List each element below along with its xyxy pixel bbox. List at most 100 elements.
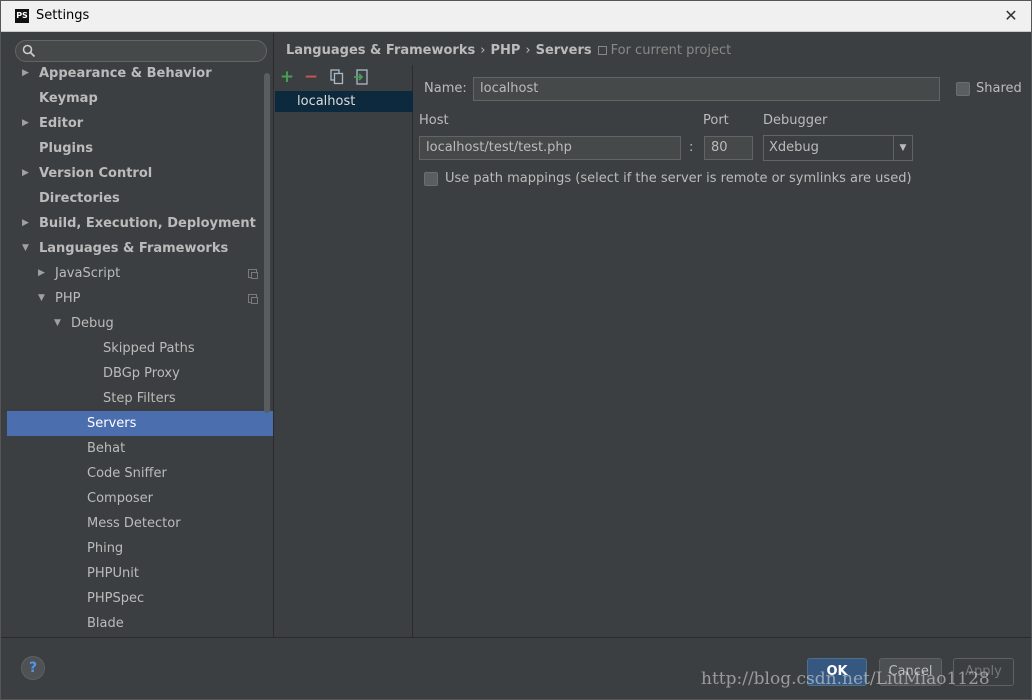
sidebar-item-label: Languages & Frameworks — [39, 241, 229, 256]
sidebar-item-label: Directories — [39, 191, 120, 206]
sidebar-item-version-control[interactable]: ▶ Version Control — [7, 161, 273, 186]
sidebar-item-label: PHP — [55, 291, 81, 306]
phpstorm-app-icon: PS — [15, 9, 29, 23]
expanded-arrow-icon[interactable]: ▼ — [54, 311, 64, 336]
server-list-panel: + − localhost — [275, 65, 413, 637]
sidebar-item-editor[interactable]: ▶ Editor — [7, 111, 273, 136]
sidebar-item-label: Mess Detector — [87, 516, 181, 531]
sidebar-item-label: Debug — [71, 316, 114, 331]
close-icon[interactable]: ✕ — [1001, 6, 1021, 26]
sidebar-item-label: Skipped Paths — [103, 341, 195, 356]
host-port-separator: : — [689, 140, 694, 155]
breadcrumb-item-php: PHP — [490, 43, 521, 58]
sidebar-item-directories[interactable]: Directories — [7, 186, 273, 211]
sidebar-item-blade[interactable]: Blade — [7, 611, 273, 636]
port-label: Port — [703, 113, 729, 128]
sidebar-item-debug[interactable]: ▼ Debug — [7, 311, 273, 336]
path-mappings-label: Use path mappings (select if the server … — [445, 171, 912, 186]
sidebar-item-label: Behat — [87, 441, 126, 456]
sidebar-item-step-filters[interactable]: Step Filters — [7, 386, 273, 411]
sidebar-item-label: Blade — [87, 616, 124, 631]
host-label: Host — [419, 113, 449, 128]
sidebar-item-label: Servers — [87, 416, 137, 431]
sidebar-item-label: Composer — [87, 491, 154, 506]
collapsed-arrow-icon[interactable]: ▶ — [38, 261, 48, 286]
port-field[interactable]: 80 — [704, 136, 753, 160]
sidebar-item-label: PHPSpec — [87, 591, 145, 606]
sidebar-item-javascript[interactable]: ▶ JavaScript — [7, 261, 273, 286]
server-list-toolbar: + − — [275, 65, 413, 91]
sidebar-item-label: JavaScript — [55, 266, 121, 281]
sidebar-item-plugins[interactable]: Plugins — [7, 136, 273, 161]
add-server-icon[interactable]: + — [277, 67, 297, 87]
nav-scrollbar[interactable] — [264, 73, 270, 413]
name-label: Name: — [424, 81, 467, 96]
sidebar-item-languages-frameworks[interactable]: ▼ Languages & Frameworks — [7, 236, 273, 261]
collapsed-arrow-icon[interactable]: ▶ — [22, 67, 32, 86]
server-list-item[interactable]: localhost — [275, 91, 413, 112]
breadcrumb-item-servers: Servers — [535, 43, 592, 58]
path-mappings-checkbox[interactable] — [424, 172, 438, 186]
debugger-select[interactable]: Xdebug ▼ — [763, 135, 913, 161]
settings-window: PS Settings ✕ ▶ Appearance & Behavior Keym… — [0, 0, 1032, 700]
debugger-label: Debugger — [763, 113, 828, 128]
expanded-arrow-icon[interactable]: ▼ — [22, 236, 32, 261]
sidebar-item-behat[interactable]: Behat — [7, 436, 273, 461]
settings-nav-panel: ▶ Appearance & Behavior Keymap ▶ Editor Plugi… — [7, 33, 274, 637]
expanded-arrow-icon[interactable]: ▼ — [38, 286, 48, 311]
sidebar-item-build-execution-deployment[interactable]: ▶ Build, Execution, Deployment — [7, 211, 273, 236]
sidebar-item-mess-detector[interactable]: Mess Detector — [7, 511, 273, 536]
watermark: http://blog.csdn.net/LiuMiao1128 — [701, 669, 990, 689]
sidebar-item-appearance-behavior[interactable]: ▶ Appearance & Behavior — [7, 67, 273, 86]
debugger-selected-value: Xdebug — [769, 140, 819, 155]
breadcrumb-separator: › — [480, 43, 486, 58]
title-bar: PS Settings ✕ — [1, 1, 1031, 32]
sidebar-item-label: Step Filters — [103, 391, 176, 406]
server-details-form: Name: localhost Shared Host Port Debugge… — [414, 65, 1028, 637]
sidebar-item-composer[interactable]: Composer — [7, 486, 273, 511]
shared-checkbox[interactable] — [956, 82, 970, 96]
sidebar-item-label: Editor — [39, 116, 84, 131]
sidebar-item-label: PHPUnit — [87, 566, 139, 581]
breadcrumb: Languages & Frameworks › PHP › Servers For cu… — [286, 43, 731, 61]
collapsed-arrow-icon[interactable]: ▶ — [22, 161, 32, 186]
name-field[interactable]: localhost — [473, 77, 940, 101]
sidebar-item-phing[interactable]: Phing — [7, 536, 273, 561]
project-scope-icon — [248, 269, 258, 279]
breadcrumb-item-languages: Languages & Frameworks — [286, 43, 476, 58]
sidebar-item-label: Code Sniffer — [87, 466, 167, 481]
project-scope-icon — [597, 46, 607, 55]
sidebar-item-phpspec[interactable]: PHPSpec — [7, 586, 273, 611]
sidebar-item-php[interactable]: ▼ PHP — [7, 286, 273, 311]
scope-label: For current project — [610, 43, 732, 58]
help-icon[interactable]: ? — [21, 656, 45, 680]
sidebar-item-label: Keymap — [39, 91, 98, 106]
remove-server-icon[interactable]: − — [301, 67, 321, 87]
import-server-icon[interactable] — [351, 67, 371, 87]
copy-server-icon[interactable] — [327, 67, 347, 87]
sidebar-item-code-sniffer[interactable]: Code Sniffer — [7, 461, 273, 486]
sidebar-item-label: Appearance & Behavior — [39, 67, 212, 81]
settings-tree: ▶ Appearance & Behavior Keymap ▶ Editor Plugi… — [7, 67, 273, 637]
sidebar-item-phpunit[interactable]: PHPUnit — [7, 561, 273, 586]
chevron-down-icon: ▼ — [893, 136, 912, 160]
sidebar-item-label: Plugins — [39, 141, 93, 156]
sidebar-item-label: Build, Execution, Deployment — [39, 216, 256, 231]
collapsed-arrow-icon[interactable]: ▶ — [22, 111, 32, 136]
sidebar-item-label: Phing — [87, 541, 124, 556]
dialog-button-bar: ? OK Cancel Apply http://blog.csdn.net/L… — [1, 637, 1031, 699]
collapsed-arrow-icon[interactable]: ▶ — [22, 211, 32, 236]
sidebar-item-label: Version Control — [39, 166, 153, 181]
window-title: Settings — [36, 8, 90, 23]
search-icon — [22, 44, 36, 58]
sidebar-item-keymap[interactable]: Keymap — [7, 86, 273, 111]
project-scope-icon — [248, 294, 258, 304]
host-field[interactable]: localhost/test/test.php — [419, 136, 681, 160]
sidebar-item-dbgp-proxy[interactable]: DBGp Proxy — [7, 361, 273, 386]
shared-label: Shared — [976, 81, 1022, 96]
sidebar-item-label: DBGp Proxy — [103, 366, 180, 381]
settings-search-input[interactable] — [15, 40, 267, 62]
sidebar-item-skipped-paths[interactable]: Skipped Paths — [7, 336, 273, 361]
sidebar-item-servers[interactable]: Servers — [7, 411, 273, 436]
breadcrumb-separator: › — [525, 43, 531, 58]
